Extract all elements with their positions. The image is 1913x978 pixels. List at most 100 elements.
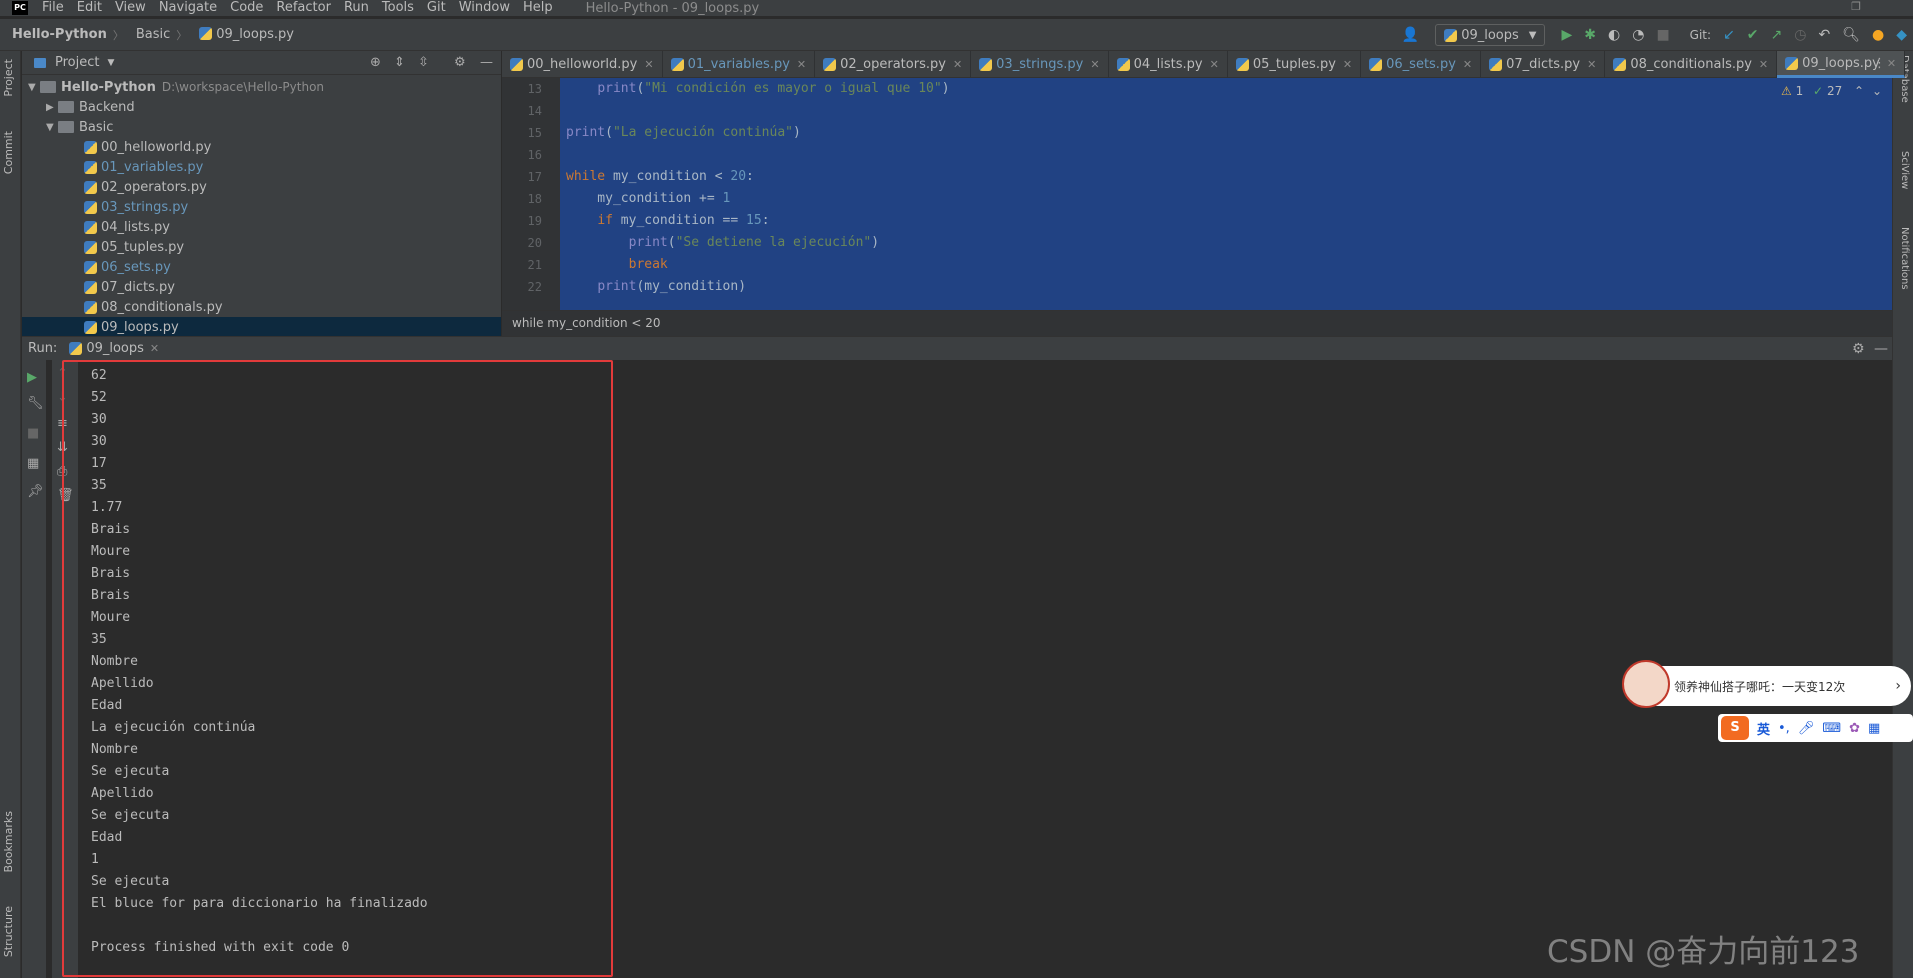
collapse-all-icon[interactable]: ⇳ — [418, 55, 429, 70]
close-icon[interactable]: ✕ — [1090, 58, 1099, 71]
expand-all-icon[interactable]: ⇕ — [394, 55, 405, 70]
breadcrumb-project[interactable]: Hello-Python — [12, 27, 107, 42]
tree-file[interactable]: 00_helloworld.py — [22, 137, 501, 157]
code-line[interactable]: my_condition += 1 — [566, 191, 730, 206]
tool-window-sciview[interactable]: SciView — [1899, 151, 1910, 189]
debug-icon[interactable]: ✱ — [1584, 27, 1596, 43]
tree-file[interactable]: 02_operators.py — [22, 177, 501, 197]
code-editor[interactable]: 13 14 15 16 17 18 19 20 21 22 print("Mi condición… — [502, 78, 1892, 310]
rollback-icon[interactable]: ↶ — [1818, 27, 1830, 43]
chevron-up-icon[interactable]: ⌃ — [1854, 84, 1864, 98]
menu-navigate[interactable]: Navigate — [159, 1, 217, 15]
tool-window-project[interactable]: Project — [2, 59, 15, 97]
coverage-icon[interactable]: ◐ — [1608, 27, 1620, 43]
profile-icon[interactable]: ◔ — [1632, 27, 1644, 43]
tree-file[interactable]: 01_variables.py — [22, 157, 501, 177]
editor-tab[interactable]: 04_lists.py ✕ — [1109, 51, 1228, 78]
run-tab[interactable]: 09_loops ✕ — [69, 341, 159, 356]
tree-file[interactable]: 07_dicts.py — [22, 277, 501, 297]
tree-file[interactable]: 06_sets.py — [22, 257, 501, 277]
tree-root[interactable]: ▼ Hello-Python D:\workspace\Hello-Python — [22, 77, 501, 97]
git-update-icon[interactable]: ↙ — [1723, 27, 1735, 43]
menu-refactor[interactable]: Refactor — [276, 1, 331, 15]
tree-file[interactable]: 04_lists.py — [22, 217, 501, 237]
breadcrumb-file[interactable]: 09_loops.py — [199, 27, 294, 42]
code-line[interactable]: print("Mi condición es mayor o igual que… — [566, 81, 949, 96]
more-tabs-icon[interactable]: ⋮ — [1873, 56, 1886, 71]
close-icon[interactable]: ✕ — [1343, 58, 1352, 71]
code-line[interactable]: print(my_condition) — [566, 279, 746, 294]
editor-tab[interactable]: 02_operators.py ✕ — [815, 51, 972, 78]
tree-file[interactable]: 08_conditionals.py — [22, 297, 501, 317]
skin-icon[interactable]: ✿ — [1849, 721, 1860, 736]
layout-icon[interactable]: ▦ — [27, 456, 39, 471]
punctuation-icon[interactable]: •, — [1778, 721, 1790, 736]
close-icon[interactable]: ✕ — [797, 58, 806, 71]
tree-file[interactable]: 05_tuples.py — [22, 237, 501, 257]
apps-icon[interactable]: ▦ — [1868, 721, 1880, 736]
close-icon[interactable]: ✕ — [953, 58, 962, 71]
close-icon[interactable]: ✕ — [1759, 58, 1768, 71]
menu-code[interactable]: Code — [230, 1, 263, 15]
hide-icon[interactable]: — — [480, 55, 493, 70]
editor-tab[interactable]: 07_dicts.py ✕ — [1481, 51, 1606, 78]
code-line[interactable]: if my_condition == 15: — [566, 213, 769, 228]
git-push-icon[interactable]: ↗ — [1771, 27, 1783, 43]
code-line[interactable]: print("La ejecución continúa") — [566, 125, 801, 140]
chevron-down-icon[interactable]: ⌄ — [1872, 84, 1882, 98]
breadcrumb-folder[interactable]: Basic — [136, 27, 170, 42]
editor-tab[interactable]: 08_conditionals.py ✕ — [1605, 51, 1778, 78]
menu-edit[interactable]: Edit — [77, 1, 102, 15]
chevron-right-icon[interactable]: › — [1895, 678, 1901, 694]
menu-git[interactable]: Git — [427, 1, 446, 15]
hide-icon[interactable]: — — [1874, 341, 1888, 357]
editor-tab[interactable]: 03_strings.py ✕ — [971, 51, 1109, 78]
code-line[interactable]: while my_condition < 20: — [566, 169, 754, 184]
rerun-icon[interactable]: ▶ — [27, 370, 37, 385]
close-icon[interactable]: ✕ — [644, 58, 653, 71]
editor-tab[interactable]: 05_tuples.py ✕ — [1228, 51, 1362, 78]
git-commit-icon[interactable]: ✔ — [1747, 27, 1759, 43]
editor-tab[interactable]: 06_sets.py ✕ — [1361, 51, 1482, 78]
gear-icon[interactable]: ⚙ — [1852, 341, 1865, 357]
menu-tools[interactable]: Tools — [382, 1, 414, 15]
tree-item-backend[interactable]: ▶ Backend — [22, 97, 501, 117]
tree-file-selected[interactable]: 09_loops.py — [22, 317, 501, 337]
menu-window[interactable]: Window — [459, 1, 510, 15]
ad-popup[interactable]: 领养神仙搭子哪吒：一天变12次 › — [1622, 660, 1911, 708]
pin-icon[interactable]: 📌︎ — [27, 484, 44, 499]
jetbrains-icon[interactable]: ◆ — [1896, 27, 1907, 43]
editor-tab[interactable]: 00_helloworld.py ✕ — [502, 51, 663, 78]
tool-window-commit[interactable]: Commit — [2, 131, 15, 174]
editor-tab[interactable]: 01_variables.py ✕ — [663, 51, 816, 78]
keyboard-icon[interactable]: ⌨ — [1822, 721, 1841, 736]
menu-view[interactable]: View — [115, 1, 146, 15]
tree-item-basic[interactable]: ▼ Basic — [22, 117, 501, 137]
restore-window-icon[interactable]: ❐ — [1851, 0, 1861, 13]
code-breadcrumb[interactable]: while my_condition < 20 — [502, 310, 1892, 336]
menu-run[interactable]: Run — [344, 1, 369, 15]
tool-window-bookmarks[interactable]: Bookmarks — [2, 811, 15, 872]
ime-toolbar[interactable]: S 英 •, 🎤︎ ⌨ ✿ ▦ — [1718, 714, 1913, 742]
history-icon[interactable]: ◷ — [1794, 27, 1806, 43]
microphone-icon[interactable]: 🎤︎ — [1798, 721, 1815, 736]
run-config-select[interactable]: 09_loops ▼ — [1435, 24, 1546, 46]
close-icon[interactable]: ✕ — [1463, 58, 1472, 71]
stop-icon[interactable]: ■ — [1656, 27, 1669, 43]
search-icon[interactable]: 🔍︎ — [1842, 27, 1860, 43]
locate-icon[interactable]: ⊕ — [370, 55, 381, 70]
tree-file[interactable]: 03_strings.py — [22, 197, 501, 217]
inspection-widget[interactable]: ⚠ 1 ✓ 27 ⌃ ⌄ — [1781, 84, 1882, 98]
code-line[interactable]: break — [566, 257, 668, 272]
close-icon[interactable]: ✕ — [1587, 58, 1596, 71]
dropdown-arrow-icon[interactable]: ▼ — [107, 58, 114, 68]
run-icon[interactable]: ▶ — [1561, 27, 1572, 43]
close-icon[interactable]: ✕ — [150, 342, 159, 355]
close-icon[interactable]: ✕ — [1210, 58, 1219, 71]
ime-mode[interactable]: 英 — [1757, 719, 1770, 738]
stop-icon[interactable]: ■ — [27, 426, 39, 441]
gear-icon[interactable]: ⚙ — [454, 55, 466, 70]
project-panel-title[interactable]: Project — [55, 55, 99, 70]
close-icon[interactable]: ✕ — [1887, 57, 1896, 70]
menu-help[interactable]: Help — [523, 1, 553, 15]
